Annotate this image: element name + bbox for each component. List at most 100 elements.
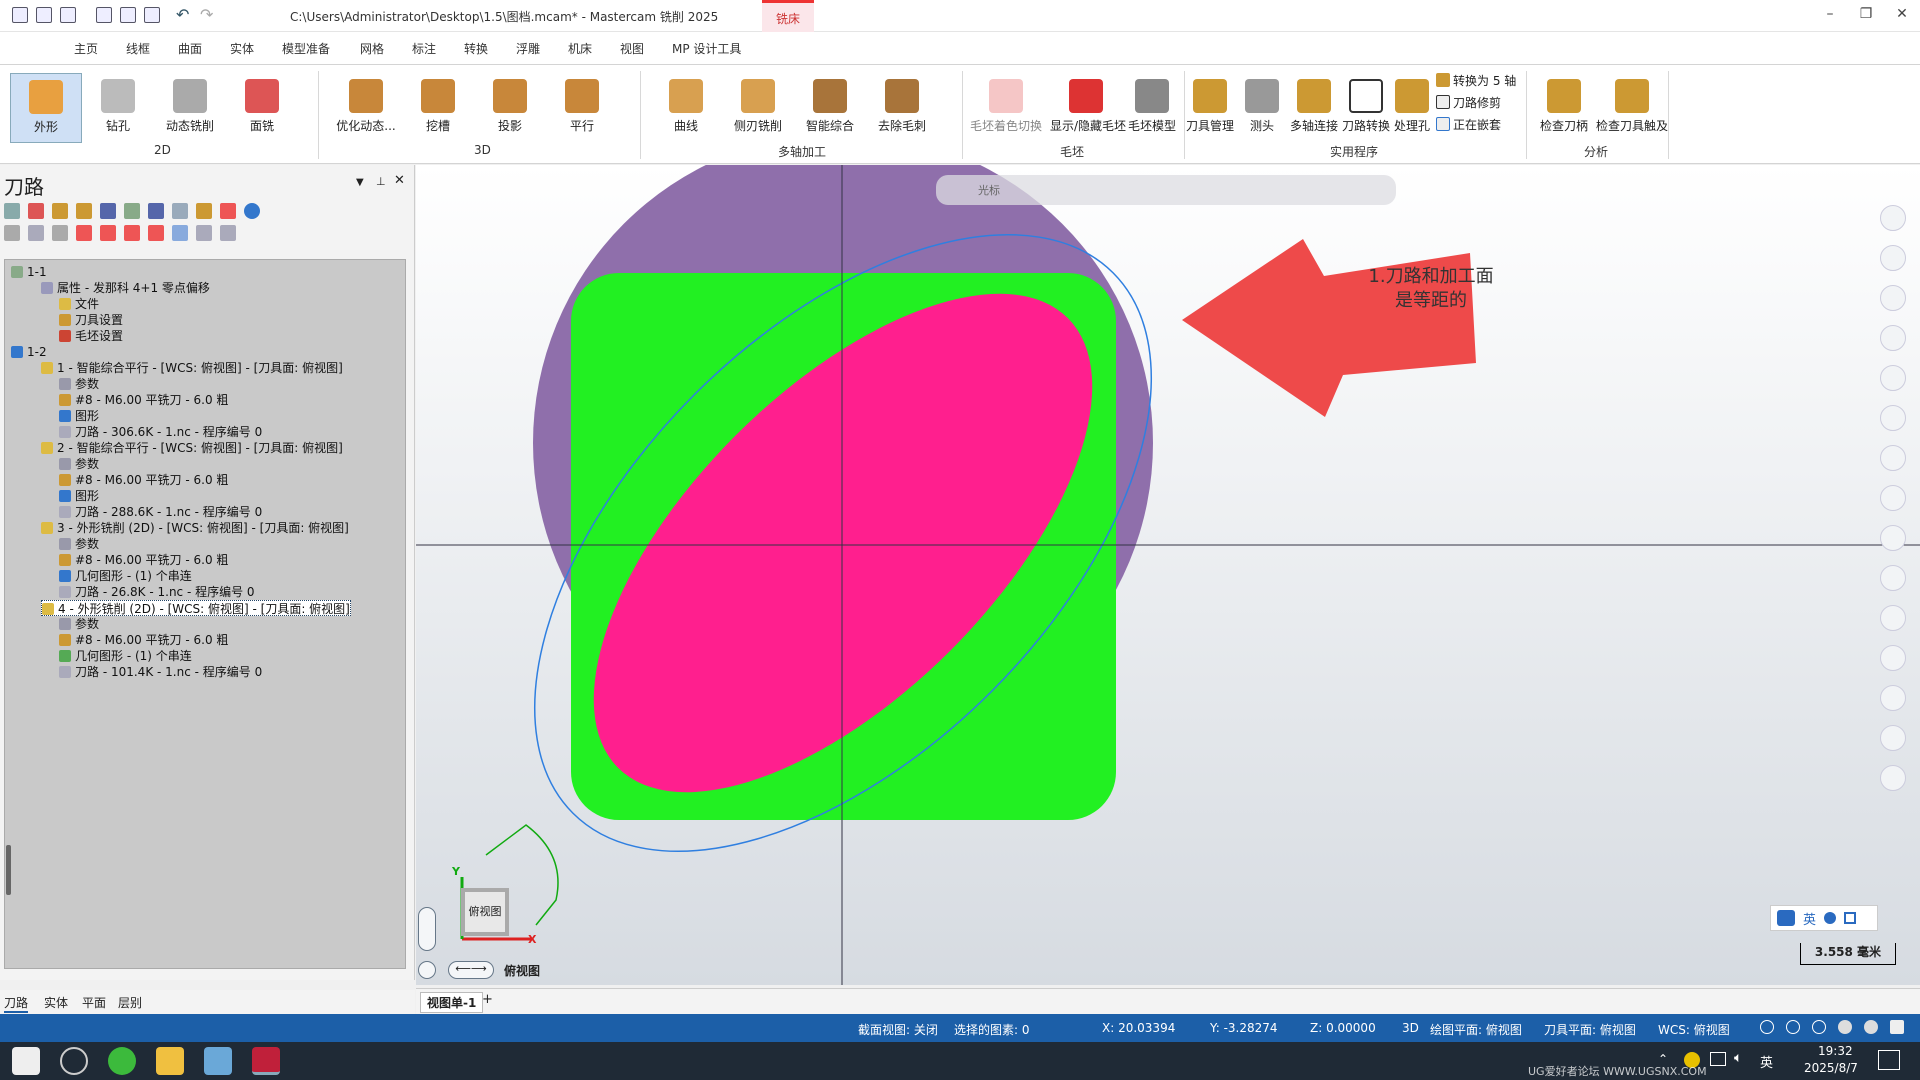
rotate-view-icon[interactable] bbox=[418, 961, 436, 979]
minimize-button[interactable]: – bbox=[1816, 6, 1844, 26]
tab-solids-panel[interactable]: 实体 bbox=[44, 994, 68, 1011]
sphere2-icon[interactable] bbox=[1864, 1020, 1878, 1034]
tree-node[interactable]: 1-1 bbox=[11, 264, 47, 280]
multiaxis-link-button[interactable]: 多轴连接 bbox=[1284, 73, 1344, 143]
drawing-plane-status[interactable]: 绘图平面: 俯视图 bbox=[1430, 1021, 1522, 1038]
tree-node[interactable]: 图形 bbox=[59, 488, 99, 504]
mode-3d[interactable]: 3D bbox=[1402, 1021, 1419, 1035]
project-button[interactable]: 投影 bbox=[474, 73, 546, 143]
viewsheet-tab[interactable]: 视图单-1 bbox=[420, 992, 484, 1013]
clock-date[interactable]: 2025/8/7 bbox=[1804, 1061, 1858, 1075]
zoom-in-icon[interactable] bbox=[1880, 205, 1906, 231]
tree-node[interactable]: 属性 - 发那科 4+1 零点偏移 bbox=[41, 280, 210, 296]
print-icon[interactable] bbox=[96, 7, 112, 23]
new-file-icon[interactable] bbox=[12, 7, 28, 23]
tree-node[interactable]: 毛坯设置 bbox=[59, 328, 123, 344]
tab-mesh[interactable]: 网格 bbox=[360, 38, 384, 60]
graphics-viewport[interactable]: 光标 1.刀路和加工面是等距的 俯视图 Y X ⟵⟶ 俯视图 英 3.558 毫… bbox=[416, 165, 1920, 985]
search-icon[interactable] bbox=[60, 1047, 88, 1075]
tab-mp-tools[interactable]: MP 设计工具 bbox=[672, 38, 741, 60]
add-viewsheet-icon[interactable]: + bbox=[482, 992, 493, 1007]
shade-icon[interactable] bbox=[1880, 365, 1906, 391]
show-all-icon[interactable] bbox=[196, 225, 212, 241]
tree-node[interactable]: #8 - M6.00 平铣刀 - 6.0 粗 bbox=[59, 632, 228, 648]
network-icon[interactable] bbox=[1710, 1052, 1726, 1066]
volume-icon[interactable]: 🔈︎ bbox=[1734, 1050, 1742, 1066]
tool-reach-button[interactable]: 检查刀具触及 bbox=[1590, 73, 1674, 143]
tab-model-prep[interactable]: 模型准备 bbox=[282, 38, 330, 60]
tab-view[interactable]: 视图 bbox=[620, 38, 644, 60]
tree-node[interactable]: 刀路 - 288.6K - 1.nc - 程序编号 0 bbox=[59, 504, 262, 520]
color-icon[interactable] bbox=[1880, 565, 1906, 591]
ime-lang[interactable]: 英 bbox=[1803, 909, 1816, 928]
undo-icon[interactable]: ↶ bbox=[176, 5, 189, 24]
panel-close-icon[interactable]: ✕ bbox=[394, 173, 405, 188]
wcs-status[interactable]: WCS: 俯视图 bbox=[1658, 1021, 1730, 1038]
tree-node[interactable]: 3 - 外形铣削 (2D) - [WCS: 俯视图] - [刀具面: 俯视图] bbox=[41, 520, 349, 536]
toggle-display-icon[interactable] bbox=[28, 225, 44, 241]
tree-node[interactable]: 刀路 - 306.6K - 1.nc - 程序编号 0 bbox=[59, 424, 262, 440]
view-cube[interactable]: 俯视图 bbox=[461, 888, 509, 936]
restore-button[interactable]: ❐ bbox=[1852, 6, 1880, 26]
sphere-icon[interactable] bbox=[1838, 1020, 1852, 1034]
open-icon[interactable] bbox=[60, 7, 76, 23]
tree-node[interactable]: 1 - 智能综合平行 - [WCS: 俯视图] - [刀具面: 俯视图] bbox=[41, 360, 343, 376]
deburr-button[interactable]: 去除毛刺 bbox=[866, 73, 938, 143]
pocket-button[interactable]: 挖槽 bbox=[402, 73, 474, 143]
insert-arrow-icon[interactable] bbox=[124, 225, 140, 241]
tree-node[interactable]: 刀具设置 bbox=[59, 312, 123, 328]
move-up-icon[interactable] bbox=[100, 225, 116, 241]
tab-relief[interactable]: 浮雕 bbox=[516, 38, 540, 60]
save-icon[interactable] bbox=[36, 7, 52, 23]
simulate-icon[interactable] bbox=[148, 203, 164, 219]
tab-solid[interactable]: 实体 bbox=[230, 38, 254, 60]
close-button[interactable]: ✕ bbox=[1888, 6, 1916, 26]
tab-transform[interactable]: 转换 bbox=[464, 38, 488, 60]
tab-wireframe[interactable]: 线框 bbox=[126, 38, 150, 60]
mastercam-icon[interactable] bbox=[252, 1047, 280, 1075]
tree-node[interactable]: 参数 bbox=[59, 616, 99, 632]
tree-node[interactable]: #8 - M6.00 平铣刀 - 6.0 粗 bbox=[59, 552, 228, 568]
tool-plane-status[interactable]: 刀具平面: 俯视图 bbox=[1544, 1021, 1636, 1038]
nesting-button[interactable]: 正在嵌套 bbox=[1436, 115, 1501, 135]
tree-node[interactable]: 4 - 外形铣削 (2D) - [WCS: 俯视图] - [刀具面: 俯视图] bbox=[41, 600, 351, 616]
verify-icon[interactable] bbox=[124, 203, 140, 219]
windows-start-icon[interactable] bbox=[12, 1047, 40, 1075]
process-holes-button[interactable]: 处理孔 bbox=[1384, 73, 1440, 143]
curve-analyze-icon[interactable] bbox=[1880, 325, 1906, 351]
stock-shading-button[interactable]: 毛坯着色切换 bbox=[970, 73, 1042, 143]
tab-home[interactable]: 主页 bbox=[74, 38, 98, 60]
probe-button[interactable]: 测头 bbox=[1232, 73, 1292, 143]
layers-icon[interactable] bbox=[1880, 725, 1906, 751]
tree-node[interactable]: 1-2 bbox=[11, 344, 47, 360]
tree-node[interactable]: 参数 bbox=[59, 376, 99, 392]
file-explorer-icon[interactable] bbox=[156, 1047, 184, 1075]
tree-node[interactable]: 刀路 - 26.8K - 1.nc - 程序编号 0 bbox=[59, 584, 255, 600]
tree-node[interactable]: #8 - M6.00 平铣刀 - 6.0 粗 bbox=[59, 472, 228, 488]
cursor-menu[interactable]: 光标 bbox=[978, 182, 1000, 198]
tree-node[interactable]: 2 - 智能综合平行 - [WCS: 俯视图] - [刀具面: 俯视图] bbox=[41, 440, 343, 456]
holder-check-button[interactable]: 检查刀柄 bbox=[1534, 73, 1594, 143]
tree-node[interactable]: #8 - M6.00 平铣刀 - 6.0 粗 bbox=[59, 392, 228, 408]
highfeed-icon[interactable] bbox=[196, 203, 212, 219]
tree-node[interactable]: 刀路 - 101.4K - 1.nc - 程序编号 0 bbox=[59, 664, 262, 680]
show-hide-stock-button[interactable]: 显示/隐藏毛坯 bbox=[1050, 73, 1126, 143]
parallel-button[interactable]: 平行 bbox=[546, 73, 618, 143]
save-as-icon[interactable] bbox=[120, 7, 136, 23]
post-icon[interactable] bbox=[172, 203, 188, 219]
panel-menu-icon[interactable]: ▼ bbox=[356, 177, 364, 188]
contour-button[interactable]: 外形 bbox=[10, 73, 82, 143]
red-shape-icon[interactable] bbox=[1880, 605, 1906, 631]
redo-icon[interactable]: ↷ bbox=[200, 5, 213, 24]
settings-icon[interactable] bbox=[1880, 765, 1906, 791]
tab-dimension[interactable]: 标注 bbox=[412, 38, 436, 60]
taskbar-ime[interactable]: 英 bbox=[1760, 1052, 1773, 1071]
measure-icon[interactable] bbox=[1880, 405, 1906, 431]
options-icon[interactable] bbox=[220, 225, 236, 241]
unified-button[interactable]: 智能综合 bbox=[794, 73, 866, 143]
app-icon[interactable] bbox=[204, 1047, 232, 1075]
merge-icon[interactable] bbox=[144, 7, 160, 23]
face-mill-button[interactable]: 面铣 bbox=[226, 73, 298, 143]
globe3-icon[interactable] bbox=[1812, 1020, 1826, 1034]
browser-icon[interactable] bbox=[108, 1047, 136, 1075]
